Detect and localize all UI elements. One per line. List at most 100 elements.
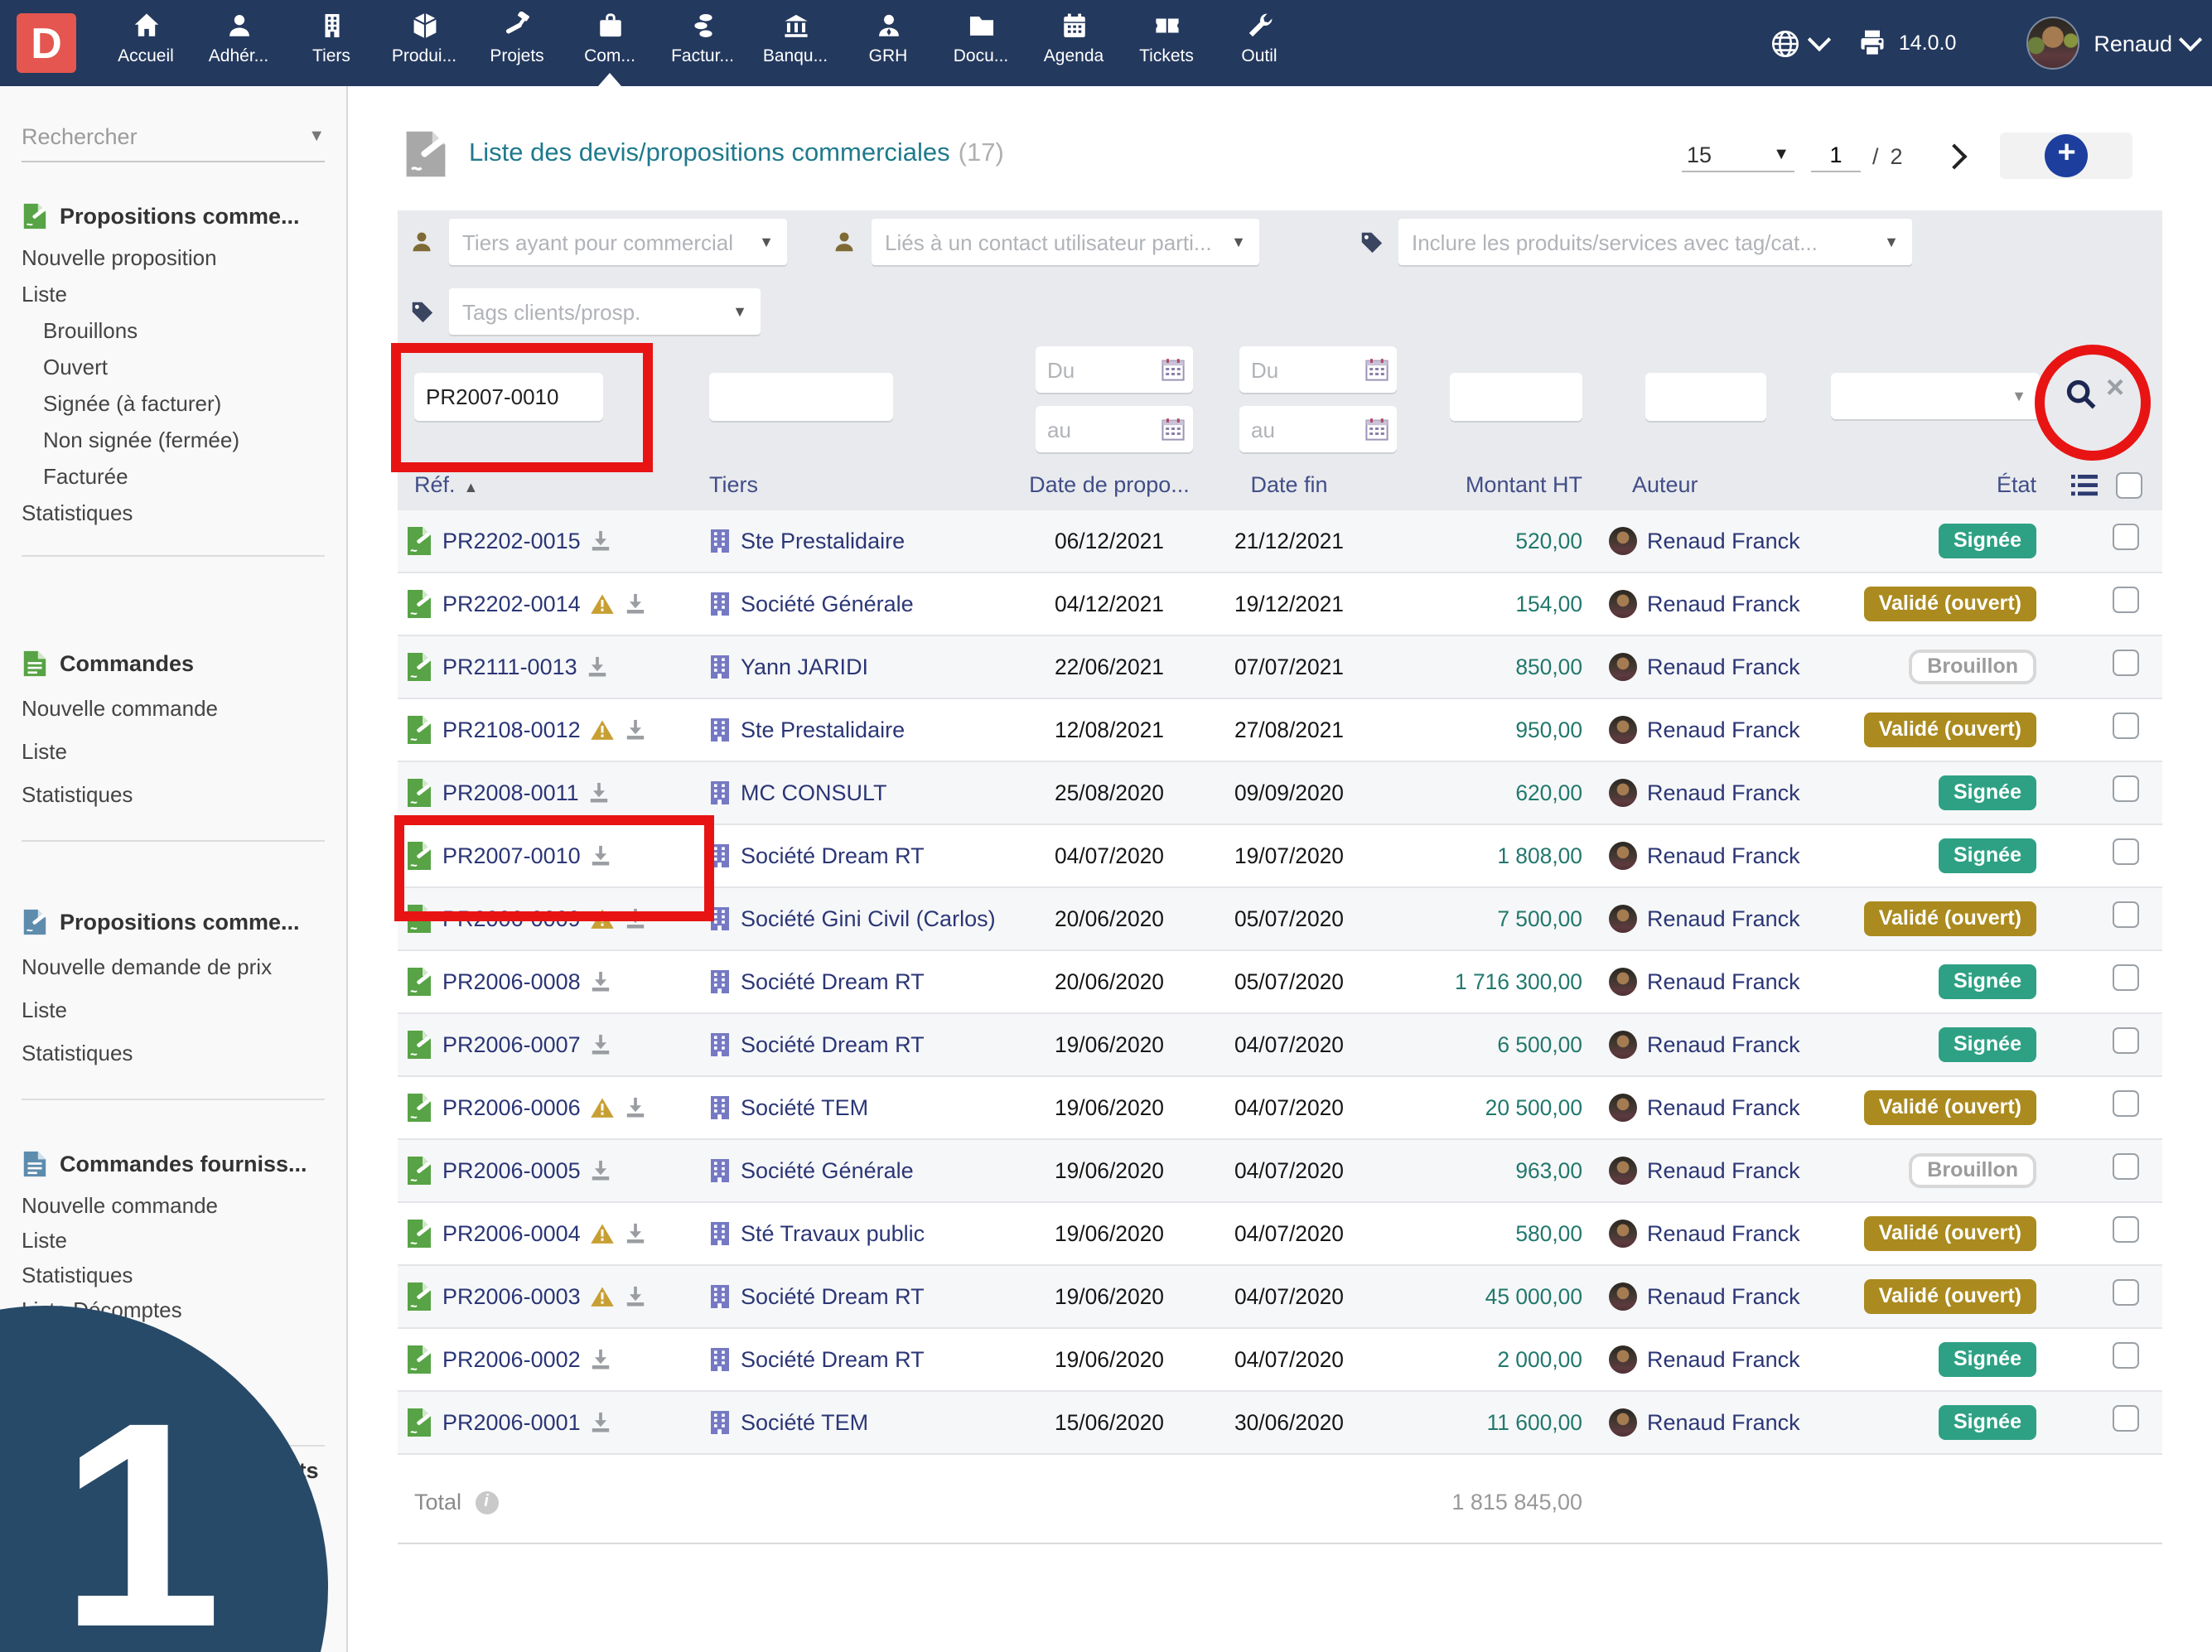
nav-item-tiers[interactable]: Tiers: [285, 0, 378, 86]
author-link[interactable]: Renaud Franck: [1647, 1284, 1800, 1309]
author-link[interactable]: Renaud Franck: [1647, 1221, 1800, 1246]
thirdparty-link[interactable]: Ste Prestalidaire: [741, 717, 905, 742]
thirdparty-link[interactable]: Société Gini Civil (Carlos): [741, 906, 996, 931]
thirdparty-link[interactable]: Société Dream RT: [741, 1284, 925, 1309]
author-link[interactable]: Renaud Franck: [1647, 1410, 1800, 1435]
sidebar-item-non-signee-fermee[interactable]: Non signée (fermée): [22, 423, 325, 459]
thirdparty-link[interactable]: Société Générale: [741, 592, 914, 616]
date-proposal-to-input[interactable]: au: [1036, 406, 1193, 452]
nav-item-agenda[interactable]: Agenda: [1027, 0, 1120, 86]
author-link[interactable]: Renaud Franck: [1647, 969, 1800, 994]
filter-select-tags-clients-prosp[interactable]: Tags clients/prosp. ▼: [449, 288, 761, 335]
download-icon[interactable]: [591, 1160, 612, 1181]
row-checkbox[interactable]: [2113, 1027, 2139, 1054]
download-icon[interactable]: [625, 1223, 647, 1244]
download-icon[interactable]: [591, 971, 612, 993]
calendar-icon[interactable]: [1162, 418, 1185, 441]
row-checkbox[interactable]: [2113, 1153, 2139, 1180]
proposal-ref-link[interactable]: PR2006-0006: [442, 1095, 581, 1120]
thirdparty-link[interactable]: Yann JARIDI: [741, 655, 868, 679]
row-checkbox[interactable]: [2113, 838, 2139, 865]
filter-select-inclure-les-produits-services-avec-tag-cat[interactable]: Inclure les produits/services avec tag/c…: [1398, 219, 1912, 265]
row-checkbox[interactable]: [2113, 1090, 2139, 1117]
nav-item-projets[interactable]: Projets: [471, 0, 563, 86]
author-link[interactable]: Renaud Franck: [1647, 1347, 1800, 1372]
header-amount[interactable]: Montant HT: [1382, 472, 1582, 497]
column-settings-icon[interactable]: [2071, 473, 2098, 496]
user-name[interactable]: Renaud: [2094, 31, 2172, 56]
author-link[interactable]: Renaud Franck: [1647, 906, 1800, 931]
next-page-button[interactable]: [1942, 142, 1968, 169]
download-icon[interactable]: [591, 530, 612, 552]
proposal-ref-link[interactable]: PR2006-0008: [442, 969, 581, 994]
filter-select-lies-a-un-contact-utilisateur-parti[interactable]: Liés à un contact utilisateur parti... ▼: [872, 219, 1259, 265]
nav-item-docu[interactable]: Docu...: [935, 0, 1027, 86]
search-author-input[interactable]: [1645, 373, 1766, 421]
current-page-input[interactable]: [1811, 139, 1861, 172]
search-thirdparty-input[interactable]: [709, 373, 893, 421]
nav-item-accueil[interactable]: Accueil: [99, 0, 192, 86]
header-status[interactable]: État: [1831, 472, 2043, 497]
search-ref-input[interactable]: [414, 373, 603, 421]
sidebar-item-ouvert[interactable]: Ouvert: [22, 350, 325, 386]
row-checkbox[interactable]: [2113, 587, 2139, 613]
download-icon[interactable]: [625, 719, 647, 741]
thirdparty-link[interactable]: Société TEM: [741, 1095, 868, 1120]
select-all-checkbox[interactable]: [2116, 471, 2142, 498]
sidebar-section-propositions-comme-3[interactable]: Propositions comme...: [22, 908, 325, 936]
row-checkbox[interactable]: [2113, 1279, 2139, 1306]
download-icon[interactable]: [625, 1286, 647, 1307]
sidebar-item-brouillons[interactable]: Brouillons: [22, 313, 325, 350]
proposal-ref-link[interactable]: PR2006-0009: [442, 906, 581, 931]
sidebar-item-liste[interactable]: Liste: [22, 731, 325, 774]
search-amount-input[interactable]: [1450, 373, 1582, 421]
language-selector[interactable]: [1770, 27, 1832, 59]
sidebar-section-propositions-comme-1[interactable]: Propositions comme...: [22, 202, 325, 230]
sidebar-item-statistiques[interactable]: Statistiques: [22, 1258, 325, 1292]
header-date-end[interactable]: Date fin: [1196, 472, 1382, 497]
sidebar-section-commandes-fourniss-4[interactable]: Commandes fourniss...: [22, 1150, 325, 1178]
sidebar-item-liste[interactable]: Liste: [22, 1223, 325, 1258]
proposal-ref-link[interactable]: PR2202-0014: [442, 592, 581, 616]
proposal-ref-link[interactable]: PR2007-0010: [442, 843, 581, 868]
proposal-ref-link[interactable]: PR2006-0007: [442, 1032, 581, 1057]
sidebar-item-liste[interactable]: Liste: [22, 277, 325, 313]
author-link[interactable]: Renaud Franck: [1647, 1158, 1800, 1183]
header-date-proposal[interactable]: Date de propo...: [1022, 472, 1196, 497]
sidebar-item-nouvelle-demande-de-prix[interactable]: Nouvelle demande de prix: [22, 946, 325, 989]
nav-item-produi[interactable]: Produi...: [378, 0, 471, 86]
thirdparty-link[interactable]: Société Dream RT: [741, 969, 925, 994]
calendar-icon[interactable]: [1162, 358, 1185, 381]
download-icon[interactable]: [625, 593, 647, 615]
nav-item-factur[interactable]: Factur...: [656, 0, 749, 86]
sidebar-search-select[interactable]: Rechercher ▼: [22, 124, 325, 162]
nav-item-banqu[interactable]: Banqu...: [749, 0, 842, 86]
dolibarr-logo[interactable]: D: [17, 13, 76, 73]
row-checkbox[interactable]: [2113, 1405, 2139, 1432]
date-end-to-input[interactable]: au: [1239, 406, 1397, 452]
row-checkbox[interactable]: [2113, 712, 2139, 739]
thirdparty-link[interactable]: Société Générale: [741, 1158, 914, 1183]
author-link[interactable]: Renaud Franck: [1647, 843, 1800, 868]
sidebar-item-facturee[interactable]: Facturée: [22, 459, 325, 495]
author-link[interactable]: Renaud Franck: [1647, 655, 1800, 679]
calendar-icon[interactable]: [1365, 358, 1389, 381]
row-checkbox[interactable]: [2113, 1216, 2139, 1243]
sidebar-item-statistiques[interactable]: Statistiques: [22, 1032, 325, 1075]
proposal-ref-link[interactable]: PR2006-0002: [442, 1347, 581, 1372]
header-author[interactable]: Auteur: [1582, 472, 1831, 497]
download-icon[interactable]: [591, 1349, 612, 1370]
thirdparty-link[interactable]: Sté Travaux public: [741, 1221, 925, 1246]
nav-item-outil[interactable]: Outil: [1213, 0, 1306, 86]
calendar-icon[interactable]: [1365, 418, 1389, 441]
row-checkbox[interactable]: [2113, 650, 2139, 676]
download-icon[interactable]: [625, 1097, 647, 1118]
download-icon[interactable]: [591, 1412, 612, 1433]
version-info[interactable]: 14.0.0: [1857, 28, 1956, 58]
proposal-ref-link[interactable]: PR2008-0011: [442, 780, 579, 805]
author-link[interactable]: Renaud Franck: [1647, 1095, 1800, 1120]
clear-filters-icon[interactable]: ×: [2106, 371, 2124, 408]
row-checkbox[interactable]: [2113, 964, 2139, 991]
status-filter-select[interactable]: ▼: [1831, 373, 2040, 419]
nav-item-adher[interactable]: Adhér...: [192, 0, 285, 86]
